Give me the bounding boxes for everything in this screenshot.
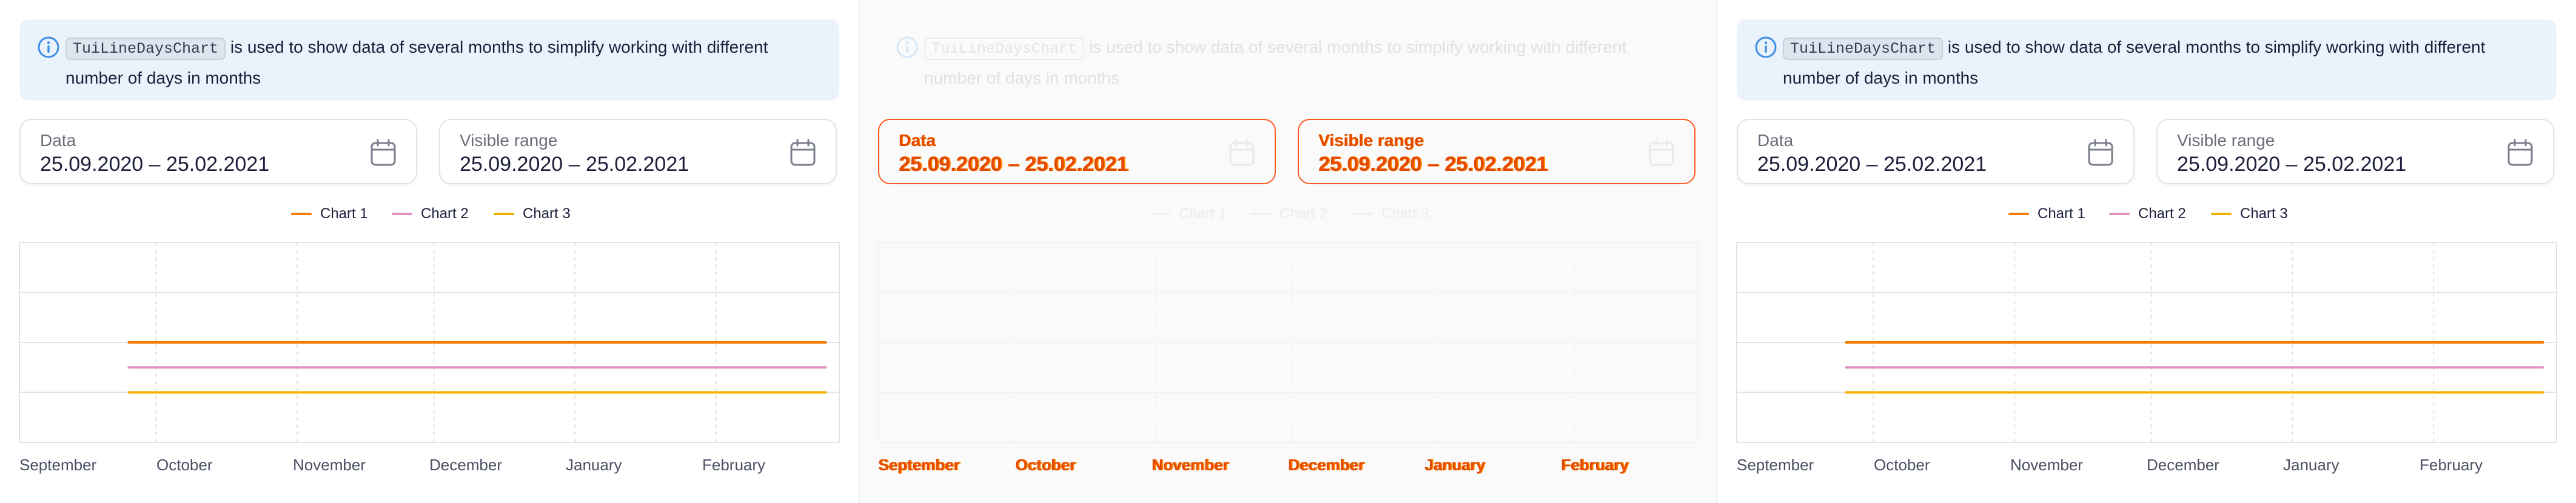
legend-swatch	[2211, 213, 2232, 215]
data-date-range-input[interactable]: Data 25.09.2020 – 25.02.2021	[878, 119, 1276, 184]
legend-label: Chart 1	[2038, 205, 2085, 222]
chart-legend: Chart 1 Chart 2 Chart 3	[0, 205, 859, 223]
x-axis-label: September	[19, 456, 97, 474]
legend-label: Chart 1	[320, 205, 368, 222]
x-axis-label: November	[293, 456, 366, 474]
calendar-icon[interactable]	[790, 138, 816, 167]
x-axis-label: December	[429, 456, 502, 474]
notice-text: TuiLineDaysChart is used to show data of…	[1783, 33, 2535, 93]
x-axis-label: September	[1737, 456, 1814, 474]
visible-range-input[interactable]: Visible range 25.09.2020 – 25.02.2021	[439, 119, 837, 184]
calendar-icon[interactable]	[1648, 138, 1675, 167]
visible-range-input[interactable]: Visible range 25.09.2020 – 25.02.2021	[2156, 119, 2554, 184]
data-date-range-input[interactable]: Data 25.09.2020 – 25.02.2021	[19, 119, 417, 184]
legend-swatch	[392, 213, 412, 215]
legend-swatch	[1250, 213, 1271, 215]
code-snippet: TuiLineDaysChart	[65, 38, 226, 60]
code-snippet: TuiLineDaysChart	[1783, 38, 1944, 60]
x-axis-label: October	[156, 456, 213, 474]
data-field-value[interactable]: 25.09.2020 – 25.02.2021	[1757, 153, 1987, 176]
range-field-label: Visible range	[1318, 131, 1424, 150]
legend-swatch	[2008, 213, 2029, 215]
x-axis-label: January	[566, 456, 622, 474]
x-axis-label: January	[1424, 456, 1485, 474]
legend-swatch	[291, 213, 312, 215]
panel-divider	[859, 0, 860, 503]
info-icon	[38, 36, 59, 58]
legend-label: Chart 2	[2138, 205, 2186, 222]
x-axis-label: October	[1015, 456, 1076, 474]
calendar-icon[interactable]	[2507, 138, 2534, 167]
legend-label: Chart 3	[523, 205, 571, 222]
x-axis-label: February	[2420, 456, 2483, 474]
x-axis-label: November	[2010, 456, 2083, 474]
line-days-chart	[877, 242, 1699, 443]
calendar-icon[interactable]	[2087, 138, 2114, 167]
line-days-chart	[19, 242, 840, 443]
calendar-icon[interactable]	[370, 138, 397, 167]
range-field-value[interactable]: 25.09.2020 – 25.02.2021	[2177, 153, 2406, 176]
range-field-label: Visible range	[460, 131, 558, 150]
range-field-label: Visible range	[2177, 131, 2275, 150]
demo-panel-invalid: TuiLineDaysChart is used to show data of…	[859, 0, 1717, 503]
demo-panel-valid: TuiLineDaysChart is used to show data of…	[0, 0, 859, 503]
data-date-range-input[interactable]: Data 25.09.2020 – 25.02.2021	[1737, 119, 2135, 184]
data-field-value[interactable]: 25.09.2020 – 25.02.2021	[899, 153, 1128, 176]
chart-legend: Chart 1 Chart 2 Chart 3	[1717, 205, 2576, 223]
data-field-label: Data	[40, 131, 76, 150]
calendar-icon[interactable]	[1229, 138, 1255, 167]
legend-label: Chart 1	[1179, 205, 1227, 222]
info-notification: TuiLineDaysChart is used to show data of…	[19, 19, 839, 101]
notice-text: TuiLineDaysChart is used to show data of…	[65, 33, 817, 93]
demo-panel-valid-2: TuiLineDaysChart is used to show data of…	[1717, 0, 2576, 503]
legend-label: Chart 3	[1381, 205, 1429, 222]
legend-swatch	[2109, 213, 2130, 215]
legend-label: Chart 3	[2240, 205, 2288, 222]
data-field-value[interactable]: 25.09.2020 – 25.02.2021	[40, 153, 269, 176]
x-axis-label: October	[1874, 456, 1930, 474]
code-snippet: TuiLineDaysChart	[924, 38, 1085, 60]
x-axis-label: February	[702, 456, 766, 474]
info-notification: TuiLineDaysChart is used to show data of…	[878, 19, 1698, 101]
range-field-value[interactable]: 25.09.2020 – 25.02.2021	[1318, 153, 1548, 176]
data-field-label: Data	[899, 131, 936, 150]
x-axis-label: January	[2283, 456, 2340, 474]
panel-divider	[1716, 0, 1717, 503]
notice-text: TuiLineDaysChart is used to show data of…	[924, 33, 1676, 93]
info-icon	[1755, 36, 1777, 58]
legend-swatch	[1150, 213, 1170, 215]
x-axis-label: December	[2147, 456, 2219, 474]
line-days-chart	[1736, 242, 2557, 443]
legend-label: Chart 2	[421, 205, 469, 222]
visible-range-input[interactable]: Visible range 25.09.2020 – 25.02.2021	[1298, 119, 1696, 184]
info-notification: TuiLineDaysChart is used to show data of…	[1737, 19, 2557, 101]
legend-swatch	[494, 213, 514, 215]
legend-label: Chart 2	[1280, 205, 1327, 222]
data-field-label: Data	[1757, 131, 1794, 150]
range-field-value[interactable]: 25.09.2020 – 25.02.2021	[460, 153, 689, 176]
x-axis-label: February	[1561, 456, 1629, 474]
info-icon	[896, 36, 918, 58]
x-axis-label: September	[878, 456, 960, 474]
x-axis-label: December	[1288, 456, 1364, 474]
legend-swatch	[1352, 213, 1373, 215]
x-axis-label: November	[1152, 456, 1229, 474]
chart-legend: Chart 1 Chart 2 Chart 3	[859, 205, 1717, 223]
